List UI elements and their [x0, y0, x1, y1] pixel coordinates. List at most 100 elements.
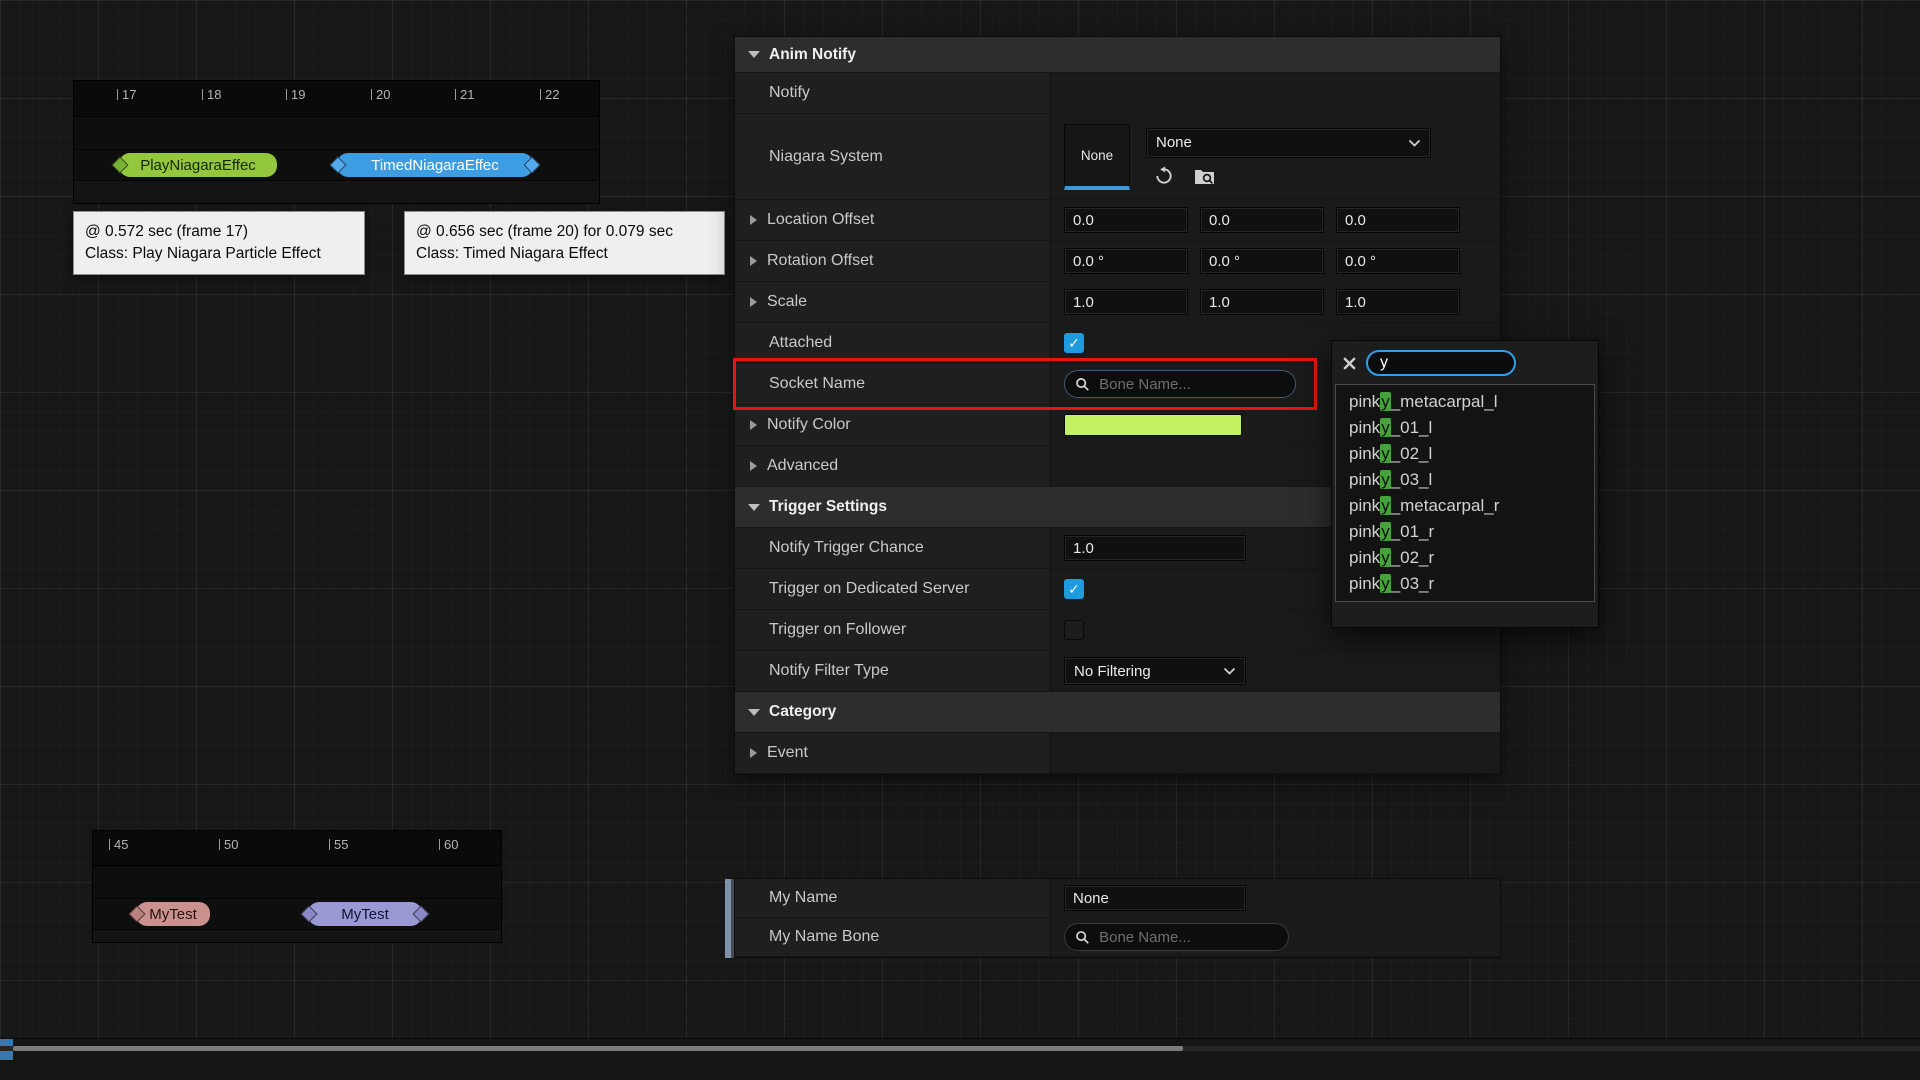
property-label: Socket Name [769, 375, 865, 393]
horizontal-scrollbar-thumb[interactable] [13, 1046, 1183, 1051]
notify-filter-dropdown[interactable]: No Filtering [1064, 657, 1246, 685]
track-lane[interactable] [93, 929, 501, 942]
row-notify-filter-type: Notify Filter Type No Filtering [735, 651, 1500, 692]
notify-tooltip: @ 0.572 sec (frame 17) Class: Play Niaga… [73, 211, 365, 275]
row-niagara-system: Niagara System None None [735, 114, 1500, 200]
property-label: Advanced [767, 457, 838, 475]
dropdown-value: None [1156, 134, 1192, 151]
expand-arrow-icon[interactable] [750, 215, 757, 225]
notify-lane[interactable]: MyTest MyTest [93, 899, 501, 929]
row-scale: Scale [735, 282, 1500, 323]
socket-name-search[interactable] [1064, 370, 1296, 398]
notify-color-swatch[interactable] [1064, 414, 1242, 436]
expand-arrow-icon[interactable] [750, 748, 757, 758]
expand-arrow-icon[interactable] [750, 297, 757, 307]
property-label: Notify Trigger Chance [769, 539, 924, 557]
tooltip-class: Class: Timed Niagara Effect [416, 243, 713, 265]
notify-lane[interactable]: PlayNiagaraEffec TimedNiagaraEffec [74, 150, 599, 180]
bone-list-item[interactable]: pinky_01_r [1336, 519, 1594, 545]
socket-name-input[interactable] [1097, 375, 1285, 394]
frame-tick: 55 [329, 839, 348, 850]
property-label: Notify Filter Type [769, 662, 889, 680]
scale-x-field[interactable] [1064, 289, 1188, 315]
expand-arrow-icon[interactable] [750, 256, 757, 266]
notify-mytest-2[interactable]: MyTest [303, 902, 427, 926]
notify-track-top: 17 18 19 20 21 22 PlayNiagaraEffec Timed… [73, 80, 600, 204]
scale-z-field[interactable] [1336, 289, 1460, 315]
property-label: Rotation Offset [767, 252, 873, 270]
rotation-y-field[interactable] [1200, 248, 1324, 274]
bone-search-input[interactable] [1378, 353, 1504, 373]
row-my-name: My Name [735, 879, 1500, 918]
rotation-z-field[interactable] [1336, 248, 1460, 274]
chevron-down-icon [1408, 139, 1421, 147]
notify-label[interactable]: TimedNiagaraEffec [337, 153, 533, 177]
track-lane[interactable] [74, 117, 599, 150]
search-icon [1075, 376, 1090, 393]
row-location-offset: Location Offset [735, 200, 1500, 241]
chevron-down-icon [1223, 667, 1236, 675]
property-label: Notify [769, 84, 810, 102]
tooltip-time: @ 0.656 sec (frame 20) for 0.079 sec [416, 221, 713, 243]
notify-timed-niagara[interactable]: TimedNiagaraEffec [332, 153, 538, 177]
expand-arrow-icon[interactable] [750, 420, 757, 430]
anim-editor-canvas: 17 18 19 20 21 22 PlayNiagaraEffec Timed… [0, 0, 1920, 1080]
property-label: My Name Bone [769, 928, 879, 946]
bone-list-item[interactable]: pinky_03_l [1336, 467, 1594, 493]
location-z-field[interactable] [1336, 207, 1460, 233]
property-label: Location Offset [767, 211, 874, 229]
use-selected-asset-icon[interactable] [1154, 166, 1176, 186]
frame-tick: 18 [202, 89, 221, 100]
bone-search-box[interactable] [1366, 350, 1516, 376]
notify-mytest-1[interactable]: MyTest [131, 902, 203, 926]
collapse-arrow-icon[interactable] [748, 709, 760, 716]
bone-list-item[interactable]: pinky_01_l [1336, 415, 1594, 441]
bone-list-item[interactable]: pinky_02_r [1336, 545, 1594, 571]
bone-list-item[interactable]: pinky_metacarpal_l [1336, 389, 1594, 415]
location-x-field[interactable] [1064, 207, 1188, 233]
property-label: My Name [769, 889, 837, 907]
attached-checkbox[interactable]: ✓ [1064, 333, 1084, 353]
location-y-field[interactable] [1200, 207, 1324, 233]
clear-search-icon[interactable] [1342, 356, 1357, 371]
timeline-ruler[interactable]: 17 18 19 20 21 22 [74, 81, 599, 117]
dedicated-server-checkbox[interactable]: ✓ [1064, 579, 1084, 599]
notify-label[interactable]: MyTest [136, 902, 210, 926]
bottom-bar [0, 1038, 1920, 1080]
browse-to-asset-icon[interactable] [1194, 166, 1216, 186]
scale-y-field[interactable] [1200, 289, 1324, 315]
row-event: Event [735, 733, 1500, 774]
notify-label[interactable]: PlayNiagaraEffec [119, 153, 277, 177]
frame-tick: 21 [455, 89, 474, 100]
follower-checkbox[interactable] [1064, 620, 1084, 640]
rotation-x-field[interactable] [1064, 248, 1188, 274]
notify-play-niagara[interactable]: PlayNiagaraEffec [114, 153, 270, 177]
notify-label[interactable]: MyTest [308, 902, 422, 926]
collapse-arrow-icon[interactable] [748, 51, 760, 58]
niagara-system-dropdown[interactable]: None [1146, 128, 1431, 158]
my-name-field[interactable] [1064, 885, 1246, 911]
frame-tick: 22 [540, 89, 559, 100]
bone-list-item[interactable]: pinky_03_r [1336, 571, 1594, 597]
section-category[interactable]: Category [735, 692, 1500, 733]
bone-list-item[interactable]: pinky_metacarpal_r [1336, 493, 1594, 519]
frame-tick: 17 [117, 89, 136, 100]
section-anim-notify[interactable]: Anim Notify [735, 37, 1500, 73]
expand-arrow-icon[interactable] [750, 461, 757, 471]
track-lane[interactable] [93, 866, 501, 899]
track-lane[interactable] [74, 180, 599, 203]
collapse-arrow-icon[interactable] [748, 504, 760, 511]
bone-list-item[interactable]: pinky_02_l [1336, 441, 1594, 467]
property-label: Event [767, 744, 808, 762]
asset-thumbnail-label: None [1081, 148, 1113, 163]
property-label: Niagara System [769, 148, 883, 166]
my-name-bone-search[interactable] [1064, 923, 1289, 951]
timeline-ruler[interactable]: 45 50 55 60 [93, 831, 501, 866]
bottom-details: My Name My Name Bone [725, 879, 1500, 958]
asset-thumbnail[interactable]: None [1064, 124, 1130, 190]
my-name-bone-input[interactable] [1097, 928, 1278, 947]
trigger-chance-field[interactable] [1064, 535, 1246, 561]
frame-tick: 50 [219, 839, 238, 850]
property-label: Notify Color [767, 416, 851, 434]
property-label: Trigger on Dedicated Server [769, 580, 969, 598]
